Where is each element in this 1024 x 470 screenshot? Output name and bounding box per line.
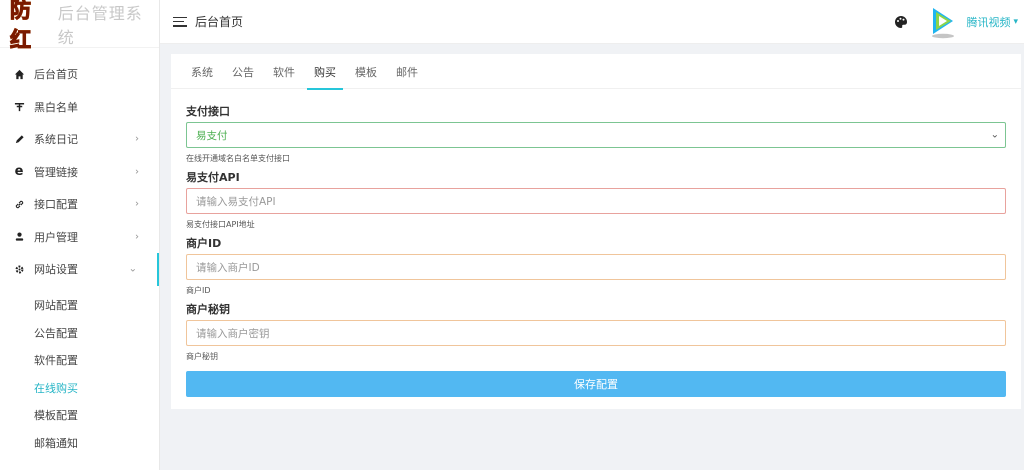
chevron-down-icon: ⌄ [128, 263, 137, 275]
tab-purchase[interactable]: 购买 [307, 54, 343, 90]
menu-toggle-icon[interactable] [173, 16, 187, 27]
sidebar-subitem-site-config[interactable]: 网站配置 [0, 292, 159, 320]
merchant-id-label: 商户ID [186, 237, 222, 250]
top-header: 后台首页 腾讯视频 ▾ [160, 0, 1024, 44]
sidebar-item-blacklist[interactable]: 黑白名单 [0, 91, 159, 124]
home-icon [13, 68, 25, 80]
sidebar-item-label: 系统日记 [34, 133, 78, 147]
settings-tabs: 系统 公告 软件 购买 模板 邮件 [171, 54, 1021, 90]
sidebar-item-site-settings[interactable]: 网站设置 ⌄ [0, 253, 159, 286]
settings-panel: 系统 公告 软件 购买 模板 邮件 支付接口 易支付 ⌄ 在线开通域名白名单支付… [171, 54, 1021, 409]
page-title: 后台首页 [195, 15, 244, 29]
sidebar-item-label: 用户管理 [34, 230, 78, 244]
chevron-right-icon: › [135, 166, 139, 178]
sidebar-item-label: 管理链接 [34, 165, 78, 179]
user-name[interactable]: 腾讯视频 [966, 14, 1010, 30]
chevron-down-icon: ⌄ [990, 129, 999, 141]
api-label: 易支付API [186, 171, 240, 184]
header-right: 腾讯视频 ▾ [894, 0, 1018, 44]
sidebar-item-api[interactable]: 接口配置 › [0, 188, 159, 221]
tab-template[interactable]: 模板 [348, 54, 384, 89]
tab-system[interactable]: 系统 [184, 54, 220, 89]
chevron-right-icon: › [135, 231, 139, 243]
sidebar-subitem-software-config[interactable]: 软件配置 [0, 347, 159, 375]
caret-down-icon[interactable]: ▾ [1013, 17, 1018, 27]
api-input[interactable]: 请输入易支付API [186, 188, 1006, 214]
sidebar-item-label: 网站设置 [34, 263, 78, 277]
gear-icon [13, 263, 25, 275]
link-icon [13, 198, 25, 210]
sidebar-item-label: 黑白名单 [34, 100, 78, 114]
sidebar-item-label: 后台首页 [34, 68, 78, 82]
sidebar-item-logs[interactable]: 系统日记 › [0, 123, 159, 156]
user-icon [13, 231, 25, 243]
payment-label: 支付接口 [186, 105, 230, 118]
payment-help: 在线开通域名白名单支付接口 [186, 154, 290, 163]
payment-select[interactable]: 易支付 ⌄ [186, 122, 1006, 148]
merchant-key-help: 商户秘钥 [186, 352, 218, 361]
tab-email[interactable]: 邮件 [389, 54, 425, 89]
merchant-key-input[interactable]: 请输入商户密钥 [186, 320, 1006, 346]
sidebar-subitem-notice-config[interactable]: 公告配置 [0, 319, 159, 347]
brand[interactable]: 防红 后台管理系统 [0, 0, 159, 52]
api-help: 易支付接口API地址 [186, 220, 255, 229]
browser-e-icon: e [14, 164, 24, 180]
merchant-key-label: 商户秘钥 [186, 303, 230, 316]
sidebar-subitem-template-config[interactable]: 模板配置 [0, 402, 159, 430]
chevron-right-icon: › [135, 198, 139, 210]
payment-select-value: 易支付 [196, 129, 228, 142]
sidebar: 防红 后台管理系统 后台首页 黑白名单 系统日记 › e 管理链接 › 接口配置… [0, 0, 160, 470]
tab-notice[interactable]: 公告 [225, 54, 261, 89]
sidebar-item-links[interactable]: e 管理链接 › [0, 156, 159, 189]
merchant-id-input[interactable]: 请输入商户ID [186, 254, 1006, 280]
chevron-right-icon: › [135, 133, 139, 145]
sidebar-item-home[interactable]: 后台首页 [0, 58, 159, 91]
sidebar-menu: 后台首页 黑白名单 系统日记 › e 管理链接 › 接口配置 › 用户管理 › … [0, 48, 159, 286]
list-icon [13, 101, 25, 113]
sidebar-item-label: 接口配置 [34, 198, 78, 212]
tab-software[interactable]: 软件 [266, 54, 302, 89]
pen-icon [13, 133, 25, 145]
sidebar-submenu: 网站配置 公告配置 软件配置 在线购买 模板配置 邮箱通知 [0, 286, 159, 457]
brand-logo: 防红 [10, 0, 50, 54]
palette-icon[interactable] [894, 15, 908, 29]
purchase-form: 支付接口 易支付 ⌄ 在线开通域名白名单支付接口 易支付API 请输入易支付AP… [171, 89, 1021, 397]
sidebar-subitem-online-purchase[interactable]: 在线购买 [0, 374, 159, 402]
sidebar-item-users[interactable]: 用户管理 › [0, 221, 159, 254]
sidebar-subitem-email-notify[interactable]: 邮箱通知 [0, 429, 159, 457]
merchant-id-help: 商户ID [186, 286, 211, 295]
save-button[interactable]: 保存配置 [186, 371, 1006, 397]
brand-title: 后台管理系统 [57, 3, 143, 47]
avatar[interactable] [928, 5, 958, 39]
